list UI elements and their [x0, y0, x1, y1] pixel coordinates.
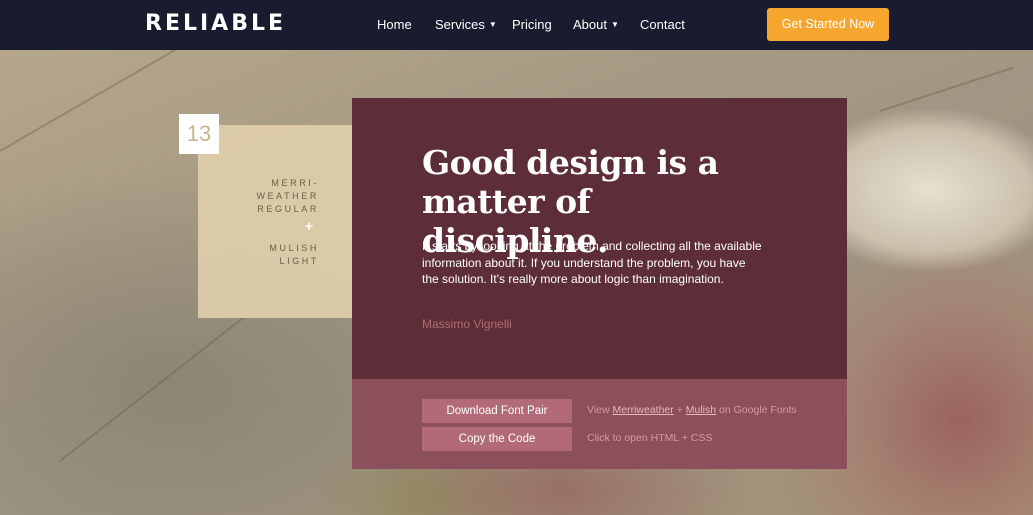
- pair-number-badge: 13: [179, 114, 219, 154]
- card-quote: It starts by looking at the problem and …: [422, 239, 762, 286]
- quote-author: Massimo Vignelli: [422, 317, 512, 331]
- nav-home[interactable]: Home: [377, 17, 412, 32]
- nav-pricing[interactable]: Pricing: [512, 17, 552, 32]
- view-prefix: View: [587, 404, 610, 416]
- get-started-button[interactable]: Get Started Now: [767, 8, 889, 41]
- heading-font-line: REGULAR: [257, 204, 319, 214]
- quote-card: Good design is a matter of discipline. I…: [352, 98, 847, 379]
- plus-icon: +: [305, 218, 314, 234]
- download-font-pair-button[interactable]: Download Font Pair: [422, 399, 572, 423]
- nav-contact-label: Contact: [640, 17, 685, 32]
- chevron-down-icon: ▼: [488, 20, 497, 29]
- heading-font-line: WEATHER: [256, 191, 319, 201]
- body-font-line: MULISH: [269, 243, 319, 253]
- mulish-link[interactable]: Mulish: [686, 404, 716, 416]
- heading-font-name: MERRI- WEATHER REGULAR: [256, 177, 319, 216]
- font-pair-panel: [198, 125, 352, 318]
- nav-services[interactable]: Services ▼: [435, 17, 497, 32]
- heading-font-line: MERRI-: [271, 178, 319, 188]
- nav-about[interactable]: About ▼: [573, 17, 619, 32]
- nav-pricing-label: Pricing: [512, 17, 552, 32]
- navbar: RELIABLE Home Services ▼ Pricing About ▼ C…: [0, 0, 1033, 50]
- nav-services-label: Services: [435, 17, 485, 32]
- copy-code-button[interactable]: Copy the Code: [422, 427, 572, 451]
- merriweather-link[interactable]: Merriweather: [613, 404, 674, 416]
- copy-code-note: Click to open HTML + CSS: [587, 432, 713, 444]
- nav-about-label: About: [573, 17, 607, 32]
- brand-logo[interactable]: RELIABLE: [145, 11, 286, 36]
- actions-strip: Download Font Pair View Merriweather + M…: [352, 379, 847, 469]
- body-font-name: MULISH LIGHT: [269, 242, 319, 268]
- nav-home-label: Home: [377, 17, 412, 32]
- nav-contact[interactable]: Contact: [640, 17, 685, 32]
- view-suffix: on Google Fonts: [719, 404, 797, 416]
- plus-separator: +: [676, 404, 683, 416]
- google-fonts-note: View Merriweather + Mulish on Google Fon…: [587, 404, 797, 416]
- body-font-line: LIGHT: [279, 256, 319, 266]
- chevron-down-icon: ▼: [610, 20, 619, 29]
